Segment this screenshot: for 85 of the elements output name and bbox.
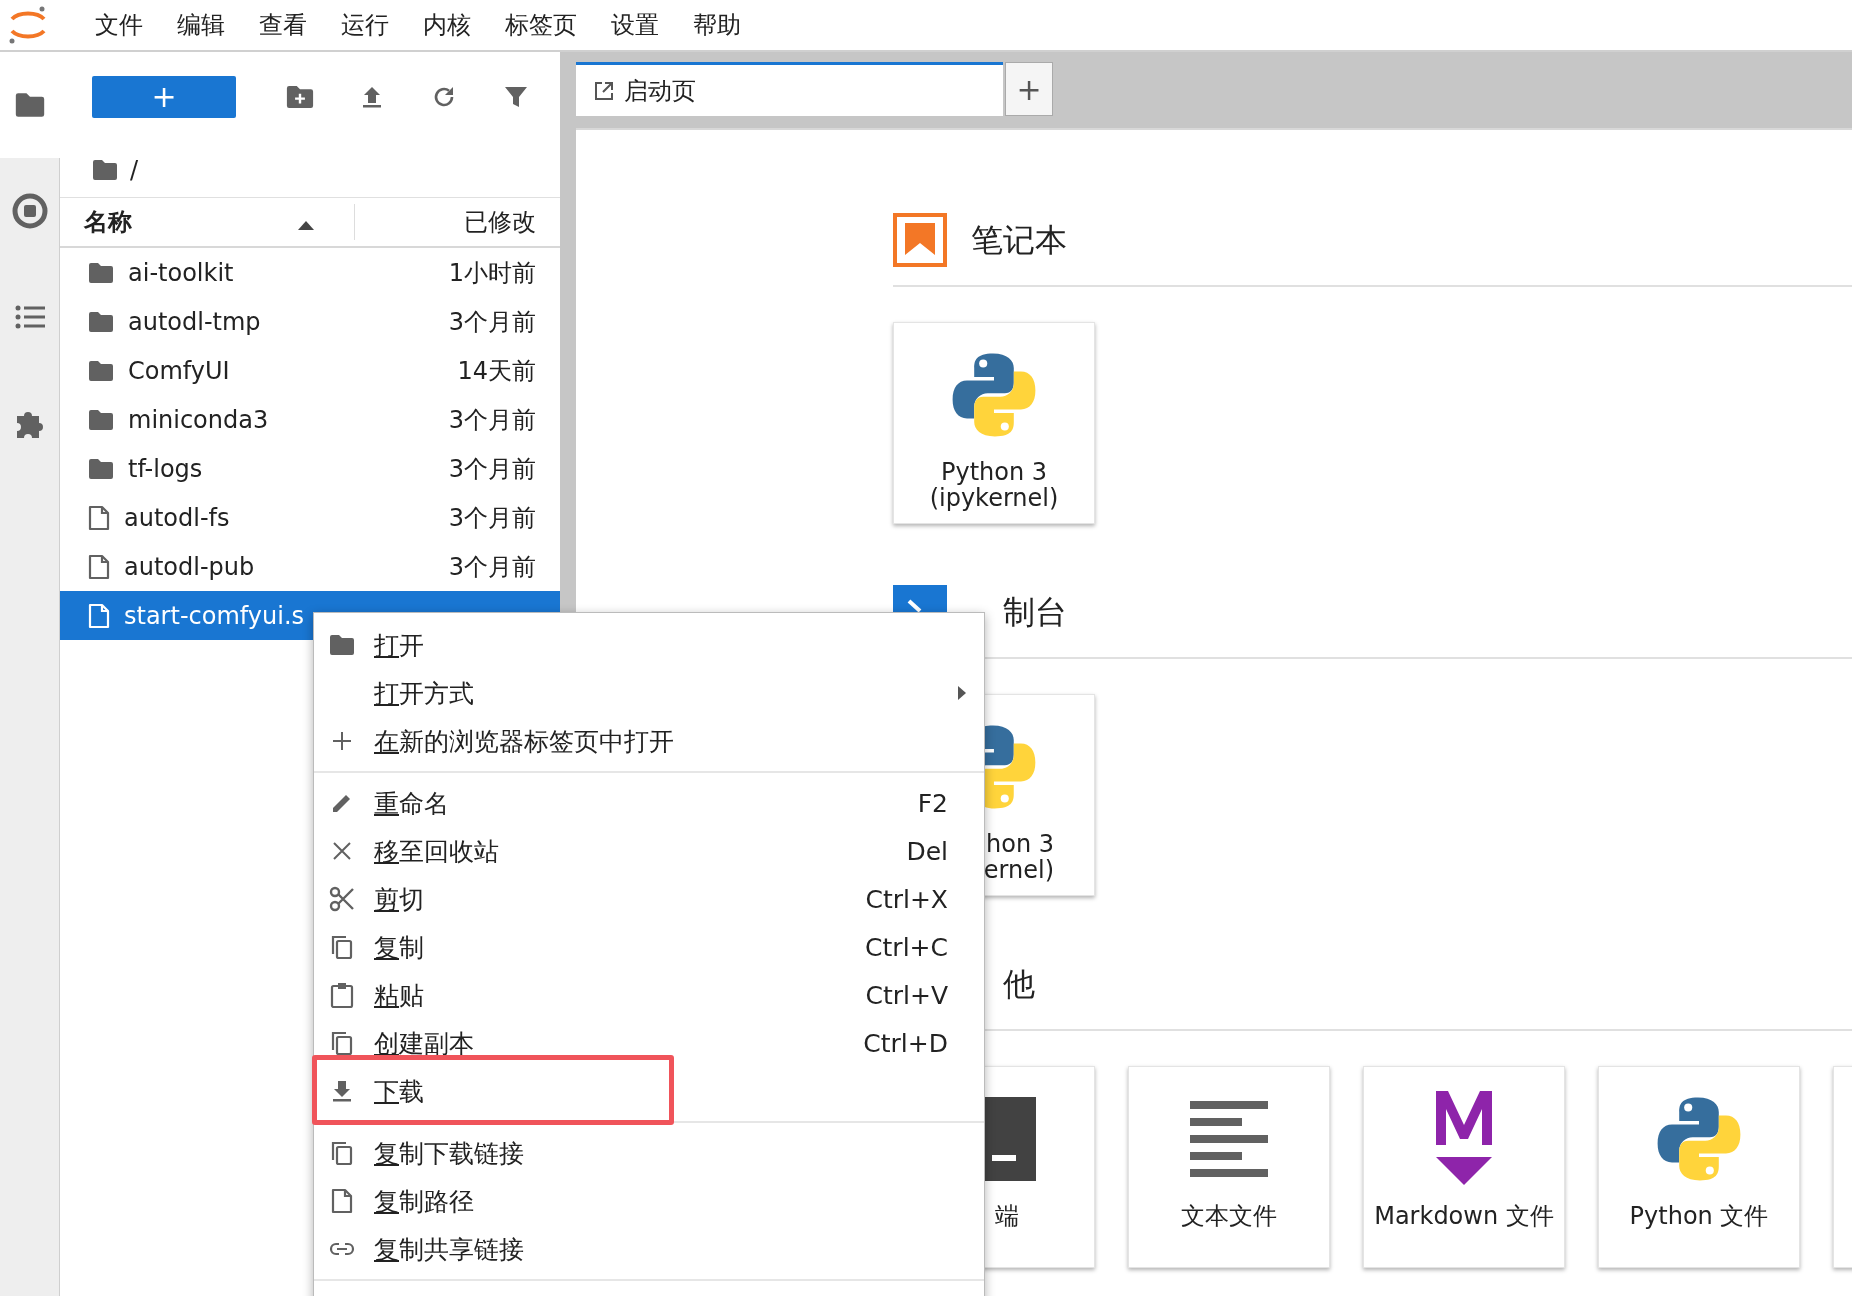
stop-circle-icon — [11, 193, 48, 229]
file-row[interactable]: ComfyUI 14天前 — [60, 346, 560, 395]
modified-time: 14天前 — [457, 355, 536, 387]
file-row[interactable]: autodl-tmp 3个月前 — [60, 297, 560, 346]
submenu-arrow-icon — [958, 686, 966, 700]
file-name: autodl-tmp — [128, 307, 262, 336]
new-tab-button[interactable]: + — [1005, 62, 1053, 116]
menu-bar-item[interactable]: 查看 — [242, 9, 324, 41]
launcher-card[interactable]: Markdown 文件 — [1363, 1066, 1565, 1268]
file-name: autodl-pub — [124, 552, 256, 581]
launcher-tab[interactable]: 启动页 — [576, 62, 1003, 116]
copy-icon — [330, 934, 354, 960]
folder-icon — [88, 310, 114, 333]
launcher-card[interactable]: 文本文件 — [1128, 1066, 1330, 1268]
scissors-icon — [329, 886, 355, 912]
file-row[interactable]: miniconda3 3个月前 — [60, 395, 560, 444]
download-icon — [331, 1080, 353, 1102]
text-lines-icon — [1190, 1101, 1268, 1177]
shortcut-label: Ctrl+D — [863, 1028, 948, 1058]
modified-time: 3个月前 — [448, 404, 536, 436]
plus-icon — [332, 731, 352, 751]
shortcut-label: F2 — [917, 788, 948, 818]
folder-icon — [88, 359, 114, 382]
modified-time: 3个月前 — [448, 502, 536, 534]
list-icon — [14, 305, 45, 329]
close-icon — [332, 841, 352, 861]
file-icon — [88, 504, 110, 531]
modified-time: 3个月前 — [448, 306, 536, 338]
menu-bar-item[interactable]: 文件 — [78, 9, 160, 41]
launcher-card[interactable]: Python 3 (ipykernel) — [893, 322, 1095, 524]
modified-time: 3个月前 — [448, 453, 536, 485]
filter-icon[interactable] — [504, 85, 528, 109]
menu-item[interactable]: 复制 Ctrl+C — [314, 923, 984, 971]
menu-bar-item[interactable]: 设置 — [594, 9, 676, 41]
column-header[interactable]: 已修改 — [355, 206, 560, 238]
folder-icon — [329, 634, 355, 656]
shortcut-label: Ctrl+V — [865, 980, 948, 1010]
markdown-icon — [1434, 1091, 1494, 1187]
file-icon — [88, 602, 110, 629]
file-name: tf-logs — [128, 454, 204, 483]
modified-time: 1小时前 — [448, 257, 536, 289]
section-title: 制台 — [1003, 592, 1067, 633]
menu-bar-item[interactable]: 内核 — [406, 9, 488, 41]
copy-icon — [330, 1140, 354, 1166]
bookmark-icon — [893, 213, 947, 267]
file-row[interactable]: autodl-fs 3个月前 — [60, 493, 560, 542]
menu-bar-item[interactable]: 帮助 — [676, 9, 758, 41]
copy-icon — [330, 1030, 354, 1056]
folder-icon — [92, 158, 118, 181]
file-icon — [331, 1188, 353, 1214]
folder-icon — [88, 408, 114, 431]
modified-time: 3个月前 — [448, 551, 536, 583]
column-header[interactable]: 名称 — [60, 206, 298, 238]
shortcut-label: Ctrl+C — [865, 932, 948, 962]
file-name: start-comfyui.s — [124, 601, 306, 630]
file-name: miniconda3 — [128, 405, 270, 434]
new-launcher-button[interactable]: + — [92, 76, 236, 118]
clipboard-icon — [330, 982, 354, 1008]
file-name: autodl-fs — [124, 503, 231, 532]
section-title: 他 — [1003, 964, 1035, 1005]
refresh-icon[interactable] — [432, 85, 456, 109]
folder-icon — [88, 457, 114, 480]
file-row[interactable]: tf-logs 3个月前 — [60, 444, 560, 493]
file-row[interactable]: ai-toolkit 1小时前 — [60, 248, 560, 297]
sidebar-tab[interactable] — [0, 52, 60, 158]
section-title: 笔记本 — [971, 220, 1067, 261]
link-icon — [329, 1241, 355, 1257]
folder-icon — [14, 92, 46, 118]
file-row[interactable]: autodl-pub 3个月前 — [60, 542, 560, 591]
folder-icon — [88, 261, 114, 284]
menu-item[interactable]: 粘贴 Ctrl+V — [314, 971, 984, 1019]
new-folder-icon[interactable] — [285, 85, 315, 109]
upload-icon[interactable] — [361, 85, 383, 109]
shortcut-label: Del — [906, 836, 948, 866]
sort-caret-icon — [298, 221, 314, 230]
menu-item[interactable]: 创建副本 Ctrl+D — [314, 1019, 984, 1067]
menu-bar-item[interactable]: 标签页 — [488, 9, 594, 41]
file-name: ComfyUI — [128, 356, 231, 385]
launcher-card[interactable]: Python 文件 — [1598, 1066, 1800, 1268]
file-icon — [88, 553, 110, 580]
file-name: ai-toolkit — [128, 258, 235, 287]
breadcrumb-path[interactable]: / — [130, 155, 139, 184]
external-link-icon — [594, 80, 614, 101]
menu-bar-item[interactable]: 运行 — [324, 9, 406, 41]
menu-bar-item[interactable]: 编辑 — [160, 9, 242, 41]
